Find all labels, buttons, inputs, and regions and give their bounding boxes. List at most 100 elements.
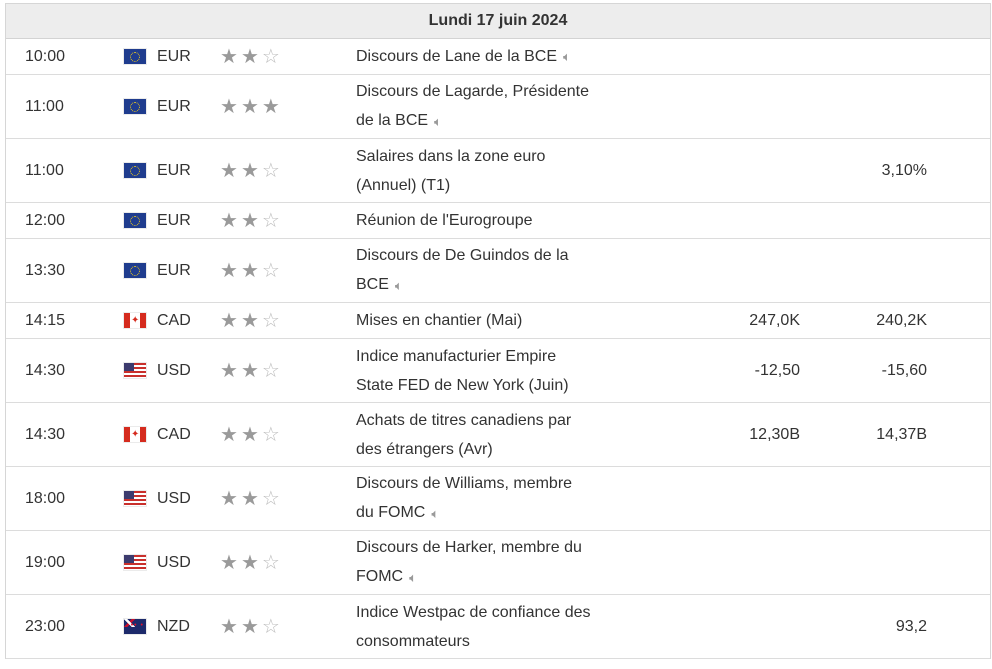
star-filled-icon: ★ <box>220 309 238 332</box>
event-time: 12:00 <box>25 211 66 229</box>
flag-cell <box>124 467 146 530</box>
event-row[interactable]: 23:00 NZD ★★☆ Indice Westpac de confiance d… <box>6 595 990 659</box>
flag-cell <box>124 403 146 466</box>
flag-eu-icon <box>124 213 146 228</box>
currency-code: EUR <box>157 97 191 115</box>
event-title[interactable]: Achats de titres canadiens par des étrang… <box>356 403 636 466</box>
star-filled-icon: ★ <box>220 551 238 574</box>
event-title[interactable]: Discours de Lagarde, Présidente de la BCE… <box>356 75 636 138</box>
actual-value: 12,30B <box>749 425 800 443</box>
speaker-icon: 🔈︎ <box>409 569 417 585</box>
star-empty-icon: ☆ <box>261 615 280 638</box>
star-empty-icon: ☆ <box>261 209 280 232</box>
importance-stars: ★ ★ ☆ <box>220 467 280 530</box>
event-row[interactable]: 12:00 EUR ★ ★ ☆ Réunion de l'Eurogroupe <box>6 203 990 239</box>
event-time: 11:00 <box>25 161 64 179</box>
event-title-line2: de la BCE <box>356 112 429 130</box>
star-filled-icon: ★ <box>220 259 238 282</box>
star-filled-icon: ★ <box>240 359 259 382</box>
star-filled-icon: ★ <box>220 209 238 232</box>
event-title[interactable]: Indice manufacturier Empire State FED de … <box>356 339 636 402</box>
event-row[interactable]: 11:00 EUR ★ ★ ★ Discours de Lagarde, Présiden… <box>6 75 990 139</box>
currency-code: NZD <box>157 617 190 635</box>
event-title[interactable]: Discours de Williams, membre du FOMC 🔈︎ <box>356 467 636 530</box>
event-row[interactable]: 18:00 USD ★ ★ ☆ Discours de Williams, membre d… <box>6 467 990 531</box>
event-row[interactable]: 14:15CAD★★☆Mises en chantier (Mai)247,0K… <box>6 303 990 339</box>
event-title-line1: Discours de Lane de la BCE <box>356 47 557 65</box>
event-title-line2: des étrangers (Avr) <box>356 440 493 458</box>
importance-stars: ★ ★ ☆ <box>220 39 280 74</box>
importance-stars: ★ ★ ☆ <box>220 303 280 338</box>
currency-code: USD <box>157 553 191 571</box>
flag-eu-icon <box>124 263 146 278</box>
flag-eu-icon <box>124 99 146 114</box>
star-filled-icon: ★ <box>220 95 238 118</box>
flag-ca-icon <box>124 313 146 328</box>
event-title-line1: Indice Westpac de confiance des <box>356 603 591 621</box>
speaker-icon: 🔈︎ <box>431 505 440 521</box>
speaker-icon: 🔈︎ <box>563 49 571 65</box>
star-empty-icon: ☆ <box>261 259 280 282</box>
flag-cell <box>124 339 146 402</box>
star-filled-icon: ★ <box>220 159 238 182</box>
event-title-line2: (Annuel) (T1) <box>356 176 451 194</box>
event-row[interactable]: 19:00 USD ★ ★ ☆ Discours de Harker, membre du… <box>6 531 990 595</box>
importance-stars: ★ ★ ☆ <box>220 531 280 594</box>
event-time: 14:30 <box>25 425 66 443</box>
event-title[interactable]: Réunion de l'Eurogroupe <box>356 203 636 238</box>
flag-cell <box>124 239 146 302</box>
event-title[interactable]: Discours de Lane de la BCE 🔈︎ <box>356 39 636 74</box>
event-title-line1: Mises en chantier (Mai) <box>356 312 523 329</box>
importance-stars: ★ ★ ★ <box>220 75 280 138</box>
currency-code: EUR <box>157 261 191 279</box>
economic-calendar: Lundi 17 juin 2024 10:00 EUR ★ ★ ☆ Discours d… <box>5 3 991 659</box>
flag-nz-icon <box>124 619 146 634</box>
event-title[interactable]: Salaires dans la zone euro (Annuel) (T1) <box>356 139 636 202</box>
event-title-line2: du FOMC <box>356 504 426 522</box>
flag-us-icon <box>124 491 146 506</box>
currency-code: USD <box>157 361 191 379</box>
event-time: 18:00 <box>25 489 66 507</box>
currency-code: EUR <box>157 161 191 179</box>
event-time: 13:30 <box>25 261 66 279</box>
event-row[interactable]: 13:30 EUR ★ ★ ☆ Discours de De Guindos de la B… <box>6 239 990 303</box>
flag-cell <box>124 75 146 138</box>
flag-cell <box>124 303 146 338</box>
importance-stars: ★ ★ ☆ <box>220 139 280 202</box>
currency-code: EUR <box>157 47 191 65</box>
event-row[interactable]: 11:00 EUR ★ ★ ☆ Salaires dans la zone euro (An… <box>6 139 990 203</box>
currency-code: CAD <box>157 425 191 443</box>
event-list: 10:00 EUR ★ ★ ☆ Discours de Lane de la BCE 🔈︎ 1… <box>6 39 990 659</box>
speaker-icon: 🔈︎ <box>434 113 442 129</box>
flag-cell <box>124 39 146 74</box>
event-row[interactable]: 14:30 USD ★ ★ ☆ Indice manufacturier Empire St… <box>6 339 990 403</box>
event-time: 14:30 <box>25 361 66 379</box>
event-row[interactable]: 14:30CAD★★☆Achats de titres canadiens pa… <box>6 403 990 467</box>
event-title[interactable]: Discours de Harker, membre du FOMC 🔈︎ <box>356 531 636 594</box>
star-filled-icon: ★ <box>240 615 259 638</box>
actual-value: -12,50 <box>754 361 800 379</box>
event-title[interactable]: Indice Westpac de confiance des consommat… <box>356 595 636 658</box>
star-filled-icon: ★ <box>220 423 238 446</box>
event-title[interactable]: Discours de De Guindos de la BCE 🔈︎ <box>356 239 636 302</box>
importance-stars: ★ ★ ☆ <box>220 595 280 658</box>
currency-code: USD <box>157 489 191 507</box>
event-title-line1: Discours de De Guindos de la <box>356 247 569 265</box>
event-title-line2: BCE <box>356 276 389 294</box>
flag-us-icon <box>124 363 146 378</box>
star-empty-icon: ☆ <box>261 423 280 446</box>
flag-ca-icon <box>124 427 146 442</box>
star-filled-icon: ★ <box>240 159 259 182</box>
flag-eu-icon <box>124 163 146 178</box>
event-time: 10:00 <box>25 47 66 65</box>
event-time: 23:00 <box>25 617 66 635</box>
event-time: 19:00 <box>25 553 66 571</box>
event-title[interactable]: Mises en chantier (Mai) <box>356 303 636 338</box>
star-empty-icon: ☆ <box>261 359 280 382</box>
currency-code: CAD <box>157 311 191 329</box>
star-filled-icon: ★ <box>220 359 238 382</box>
star-filled-icon: ★ <box>261 95 280 118</box>
importance-stars: ★ ★ ☆ <box>220 203 280 238</box>
star-filled-icon: ★ <box>240 487 259 510</box>
event-row[interactable]: 10:00 EUR ★ ★ ☆ Discours de Lane de la BCE 🔈︎ <box>6 39 990 75</box>
